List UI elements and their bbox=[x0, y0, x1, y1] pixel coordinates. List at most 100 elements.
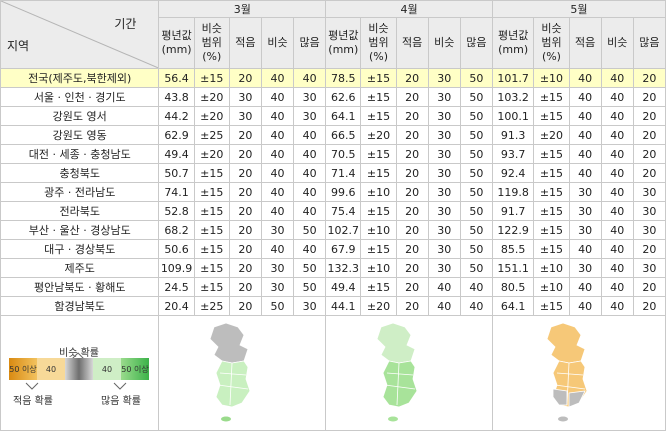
table-row: 강원도 영서 44.2 ±20 30 40 30 64.1 ±15 20 30 50 100.1 ±15… bbox=[0, 106, 667, 126]
cell-m5-4: 30 bbox=[632, 182, 667, 202]
cell-m3-1: ±15 bbox=[193, 220, 230, 240]
cell-m3-3: 40 bbox=[260, 125, 295, 145]
subheader-m4-3: 비슷 bbox=[427, 17, 461, 69]
cell-m5-4: 30 bbox=[632, 258, 667, 278]
legend-panel: 비슷 확률 50 이상 40 40 50 이상 적음 확률 많음 확률 bbox=[0, 315, 160, 431]
cell-m5-0: 100.1 bbox=[491, 106, 535, 126]
cell-m5-4: 20 bbox=[632, 87, 667, 107]
cell-m5-2: 30 bbox=[568, 182, 602, 202]
cell-m3-4: 50 bbox=[293, 258, 327, 278]
cell-m4-1: ±15 bbox=[360, 87, 397, 107]
region-name: 대전 · 세종 · 충청남도 bbox=[0, 144, 160, 164]
cell-m5-2: 40 bbox=[568, 277, 602, 297]
cell-m4-0: 70.5 bbox=[325, 144, 362, 164]
cell-m5-3: 40 bbox=[600, 125, 634, 145]
cell-m4-3: 30 bbox=[427, 68, 461, 88]
cell-m5-1: ±15 bbox=[533, 144, 570, 164]
region-name: 평안남북도 · 황해도 bbox=[0, 277, 160, 297]
cell-m4-4: 50 bbox=[459, 201, 493, 221]
cell-m4-0: 132.3 bbox=[325, 258, 362, 278]
subheader-m4-2: 적음 bbox=[395, 17, 429, 69]
cell-m3-0: 62.9 bbox=[158, 125, 195, 145]
cell-m5-2: 40 bbox=[568, 144, 602, 164]
subheader-m5-0: 평년값 (mm) bbox=[491, 17, 535, 69]
month-header-may: 5월 bbox=[491, 0, 667, 18]
cell-m3-1: ±15 bbox=[193, 201, 230, 221]
cell-m5-1: ±10 bbox=[533, 258, 570, 278]
cell-m3-3: 50 bbox=[260, 296, 295, 316]
cell-m3-0: 50.7 bbox=[158, 163, 195, 183]
legend-low-50: 50 이상 bbox=[9, 358, 37, 380]
cell-m3-4: 40 bbox=[293, 182, 327, 202]
cell-m3-2: 30 bbox=[228, 87, 262, 107]
cell-m5-2: 40 bbox=[568, 163, 602, 183]
cell-m5-2: 40 bbox=[568, 239, 602, 259]
cell-m3-3: 30 bbox=[260, 220, 295, 240]
cell-m3-0: 20.4 bbox=[158, 296, 195, 316]
subheader-m3-1: 비슷 범위 (%) bbox=[193, 17, 230, 69]
cell-m4-3: 30 bbox=[427, 106, 461, 126]
cell-m3-3: 40 bbox=[260, 201, 295, 221]
cell-m3-4: 40 bbox=[293, 68, 327, 88]
cell-m5-0: 85.5 bbox=[491, 239, 535, 259]
cell-m5-3: 40 bbox=[600, 258, 634, 278]
region-name: 서울 · 인천 · 경기도 bbox=[0, 87, 160, 107]
region-name: 강원도 영동 bbox=[0, 125, 160, 145]
cell-m3-2: 20 bbox=[228, 220, 262, 240]
legend-low-40: 40 bbox=[37, 358, 65, 380]
cell-m5-4: 20 bbox=[632, 163, 667, 183]
cell-m4-4: 50 bbox=[459, 125, 493, 145]
table-row: 제주도 109.9 ±15 20 30 50 132.3 ±10 20 30 50 151.1 ±10 3… bbox=[0, 258, 667, 278]
map-march-cell bbox=[158, 315, 327, 431]
cell-m3-4: 50 bbox=[293, 220, 327, 240]
region-name: 충청북도 bbox=[0, 163, 160, 183]
cell-m4-0: 78.5 bbox=[325, 68, 362, 88]
cell-m4-1: ±20 bbox=[360, 296, 397, 316]
cell-m3-0: 43.8 bbox=[158, 87, 195, 107]
precipitation-outlook-table: 기간 지역 3월 4월 5월 평년값 (mm) 비슷 범위 (%) 적음 비슷 많음 평년값 (m… bbox=[0, 0, 667, 431]
cell-m3-3: 40 bbox=[260, 239, 295, 259]
cell-m5-2: 30 bbox=[568, 201, 602, 221]
cell-m5-2: 30 bbox=[568, 220, 602, 240]
cell-m4-3: 30 bbox=[427, 182, 461, 202]
cell-m3-3: 30 bbox=[260, 258, 295, 278]
cell-m3-0: 24.5 bbox=[158, 277, 195, 297]
legend-similar bbox=[65, 358, 93, 380]
cell-m4-3: 40 bbox=[427, 296, 461, 316]
cell-m4-4: 50 bbox=[459, 163, 493, 183]
cell-m4-2: 20 bbox=[395, 239, 429, 259]
cell-m5-3: 40 bbox=[600, 277, 634, 297]
cell-m3-2: 30 bbox=[228, 106, 262, 126]
cell-m3-1: ±25 bbox=[193, 296, 230, 316]
cell-m3-0: 109.9 bbox=[158, 258, 195, 278]
cell-m4-0: 44.1 bbox=[325, 296, 362, 316]
cell-m3-3: 30 bbox=[260, 277, 295, 297]
cell-m3-4: 40 bbox=[293, 144, 327, 164]
cell-m3-1: ±15 bbox=[193, 182, 230, 202]
cell-m4-4: 50 bbox=[459, 87, 493, 107]
cell-m3-3: 40 bbox=[260, 87, 295, 107]
legend-high-50: 50 이상 bbox=[121, 358, 149, 380]
cell-m5-2: 40 bbox=[568, 106, 602, 126]
cell-m3-1: ±15 bbox=[193, 258, 230, 278]
region-name: 전라북도 bbox=[0, 201, 160, 221]
cell-m5-1: ±15 bbox=[533, 163, 570, 183]
cell-m4-4: 50 bbox=[459, 106, 493, 126]
cell-m5-0: 122.9 bbox=[491, 220, 535, 240]
corner-diagonal bbox=[1, 1, 158, 68]
cell-m4-2: 20 bbox=[395, 296, 429, 316]
cell-m4-0: 66.5 bbox=[325, 125, 362, 145]
low-arrow-icon bbox=[25, 382, 39, 390]
map-may bbox=[546, 322, 588, 422]
cell-m3-1: ±15 bbox=[193, 277, 230, 297]
cell-m5-2: 40 bbox=[568, 68, 602, 88]
cell-m5-3: 40 bbox=[600, 239, 634, 259]
cell-m3-2: 20 bbox=[228, 144, 262, 164]
region-name: 대구 · 경상북도 bbox=[0, 239, 160, 259]
legend-color-bar: 50 이상 40 40 50 이상 bbox=[9, 358, 149, 380]
cell-m5-4: 20 bbox=[632, 68, 667, 88]
cell-m3-4: 30 bbox=[293, 296, 327, 316]
cell-m3-2: 20 bbox=[228, 182, 262, 202]
cell-m5-4: 30 bbox=[632, 220, 667, 240]
cell-m4-1: ±15 bbox=[360, 277, 397, 297]
